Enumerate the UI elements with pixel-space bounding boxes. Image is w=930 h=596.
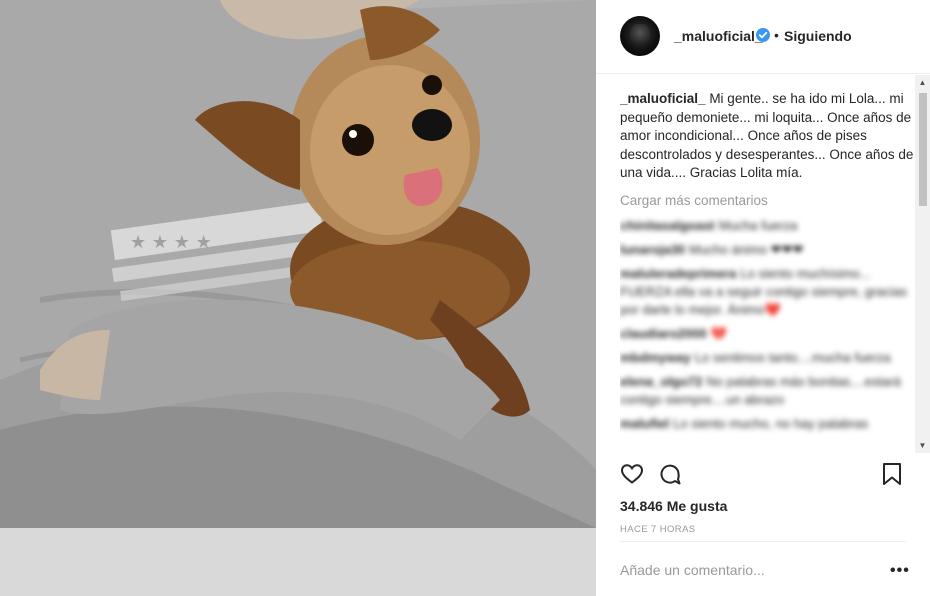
list-item: malufiel Lo siento mucho, no hay palabras [620,415,914,433]
svg-text:★ ★ ★ ★: ★ ★ ★ ★ [130,232,212,253]
comment-username[interactable]: malufiel [620,416,669,431]
list-item: maluleradeprimera Lo siento muchísimo... … [620,265,914,319]
comment-text: Mucha fuerza [718,217,798,233]
bookmark-icon[interactable] [882,462,902,486]
comment-username[interactable]: elena_olgo72 [620,374,702,389]
list-item: claudiaro2000 💔 [620,325,914,343]
verified-badge-icon [756,28,770,42]
post-header: _maluoficial_ • Siguiendo [596,0,930,74]
instagram-post-view: ★ ★ ★ ★ _maluoficial_ • Siguiendo _maluo… [0,0,930,596]
scroll-up-arrow-icon[interactable]: ▲ [915,76,930,90]
post-timestamp[interactable]: HACE 7 HORAS [620,524,696,535]
post-photo[interactable]: ★ ★ ★ ★ [0,0,596,528]
caption-username-link[interactable]: _maluoficial_ [620,91,706,106]
following-button[interactable]: Siguiendo [784,28,852,44]
list-item: mbdmyway Lo sentimos tanto....mucha fuerz… [620,349,914,367]
header-username-link[interactable]: _maluoficial_ [674,28,763,44]
post-caption: _maluoficial_ Mi gente.. se ha ido mi Lo… [620,90,914,183]
comment-text: Lo siento mucho, no hay palabras [673,415,869,431]
comment-text: 💔 [710,325,727,341]
heart-icon[interactable] [620,462,644,486]
comment-text: Mucho ánimo ❤❤❤ [689,241,804,257]
header-separator: • [774,27,779,43]
photo-backdrop [0,528,596,596]
comment-username[interactable]: chinitasalgoast [620,218,715,233]
comments-list[interactable]: _maluoficial_ Mi gente.. se ha ido mi Lo… [620,90,914,452]
scroll-down-arrow-icon[interactable]: ▼ [915,439,930,453]
comment-text: Lo sentimos tanto....mucha fuerza [694,349,891,365]
list-item: lunaroja30 Mucho ánimo ❤❤❤ [620,241,914,259]
comments-scrollbar-thumb[interactable] [919,93,927,206]
likes-count[interactable]: 34.846 Me gusta [620,498,727,514]
comment-username[interactable]: mbdmyway [620,350,691,365]
list-item: chinitasalgoast Mucha fuerza [620,217,914,235]
more-options-icon[interactable]: ••• [890,562,910,580]
post-actions [620,462,912,492]
add-comment-input[interactable]: Añade un comentario... [620,562,765,578]
blurred-comments: chinitasalgoast Mucha fuerza lunaroja30 Mu… [620,217,914,433]
comment-username[interactable]: claudiaro2000 [620,326,707,341]
list-item: elena_olgo72 No palabras más bonitas....e… [620,373,914,409]
comment-username[interactable]: lunaroja30 [620,242,685,257]
photo-illustration: ★ ★ ★ ★ [0,0,596,528]
load-more-comments-button[interactable]: Cargar más comentarios [620,191,914,211]
comment-icon[interactable] [658,462,682,486]
divider [620,541,906,542]
post-side-panel: _maluoficial_ • Siguiendo _maluoficial_ … [596,0,930,596]
comment-username[interactable]: maluleradeprimera [620,266,736,281]
avatar[interactable] [620,16,660,56]
